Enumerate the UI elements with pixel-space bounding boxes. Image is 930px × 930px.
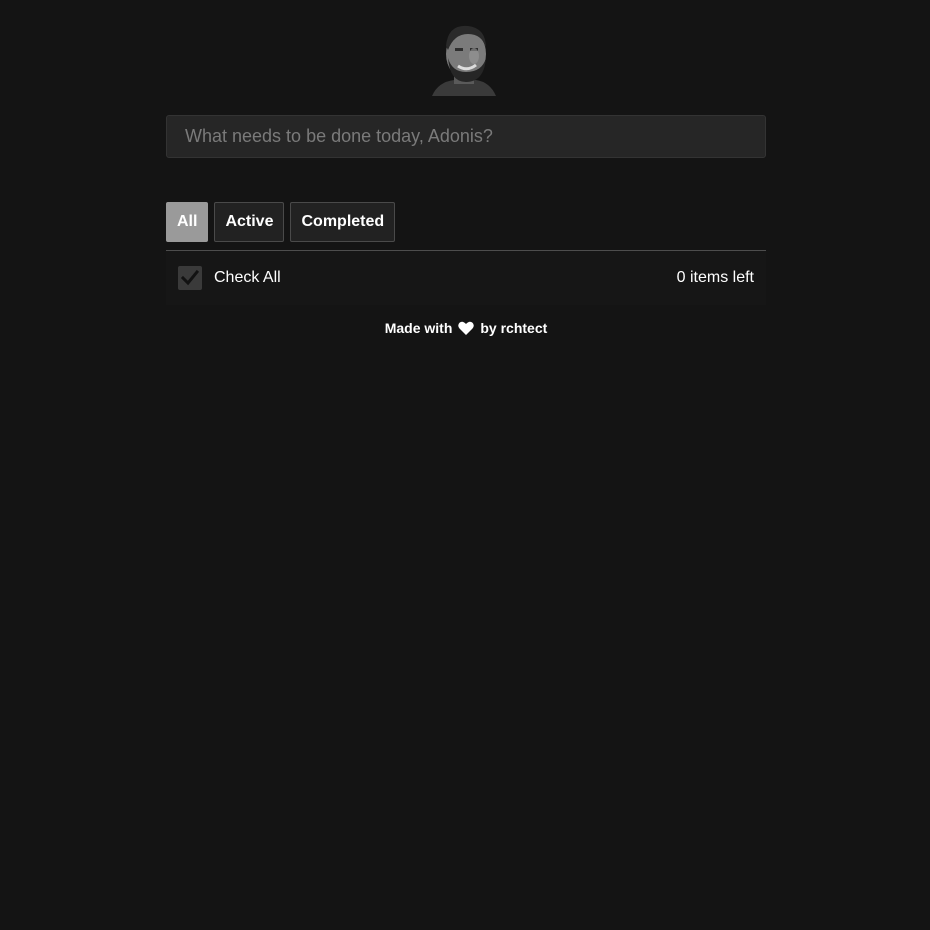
filter-all-button[interactable]: All <box>166 202 209 242</box>
footer-author: by rchtect <box>480 320 548 336</box>
check-all-label: Check All <box>214 269 281 286</box>
filter-active-button[interactable]: Active <box>214 202 285 242</box>
avatar-portrait-icon <box>432 25 496 96</box>
todo-toolbar: Check All 0 items left <box>166 250 766 305</box>
heart-icon <box>458 321 475 335</box>
avatar <box>428 20 500 96</box>
footer-made-with: Made with <box>384 320 453 336</box>
filter-completed-button[interactable]: Completed <box>290 202 396 242</box>
check-all-toggle[interactable]: Check All <box>178 266 281 290</box>
check-all-checkbox[interactable] <box>178 266 202 290</box>
checkmark-icon <box>181 269 199 286</box>
new-todo-input[interactable] <box>166 115 766 158</box>
filter-group: All Active Completed <box>166 202 396 242</box>
items-left-count: 0 items left <box>676 269 754 286</box>
footer: Made with by rchtect <box>166 320 766 336</box>
